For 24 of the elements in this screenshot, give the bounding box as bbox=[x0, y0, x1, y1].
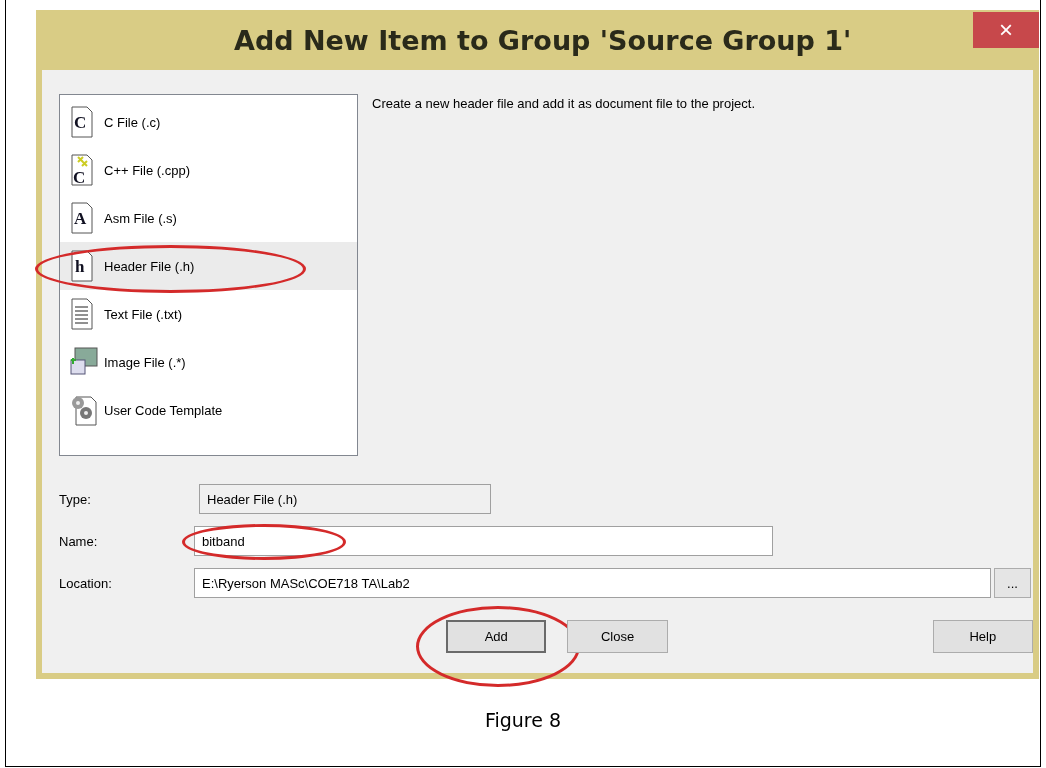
file-type-item[interactable]: A Asm File (.s) bbox=[60, 194, 357, 242]
file-type-item[interactable]: C C++ File (.cpp) bbox=[60, 146, 357, 194]
field-label: Name: bbox=[59, 533, 99, 549]
file-type-item[interactable]: Image File (.*) bbox=[60, 338, 357, 386]
field-label: Location: bbox=[59, 575, 113, 591]
readonly-field[interactable]: Header File (.h) bbox=[199, 484, 491, 514]
image-file-icon bbox=[70, 346, 98, 378]
dialog-button[interactable]: Help bbox=[932, 620, 1033, 653]
file-type-item[interactable]: Text File (.txt) bbox=[60, 290, 357, 338]
file-type-item[interactable]: User Code Template bbox=[60, 386, 357, 434]
input-field[interactable]: E:\Ryerson MASc\COE718 TA\Lab2 bbox=[194, 568, 991, 598]
figure-caption: Figure 8 bbox=[484, 709, 562, 731]
window-title: Add New Item to Group 'Source Group 1' bbox=[234, 24, 852, 56]
description-text: Create a new header file and add it as document file to the project. bbox=[372, 96, 755, 113]
file-type-list[interactable]: C C File (.c) C C++ File (.cpp) A Asm File (.s) h Header File (.h) Text File (.txt) Image File (.*) User Code Template bbox=[59, 94, 358, 456]
gears-document-icon bbox=[70, 394, 98, 426]
file-type-item[interactable]: C C File (.c) bbox=[60, 98, 357, 146]
close-button[interactable]: × bbox=[973, 12, 1039, 48]
dialog-button[interactable]: Add bbox=[446, 620, 547, 653]
input-field[interactable]: bitband bbox=[194, 526, 773, 556]
browse-button[interactable]: ... bbox=[994, 568, 1031, 598]
field-label: Type: bbox=[59, 491, 92, 507]
file-type-item[interactable]: h Header File (.h) bbox=[60, 242, 357, 290]
dialog-button[interactable]: Close bbox=[567, 620, 668, 653]
